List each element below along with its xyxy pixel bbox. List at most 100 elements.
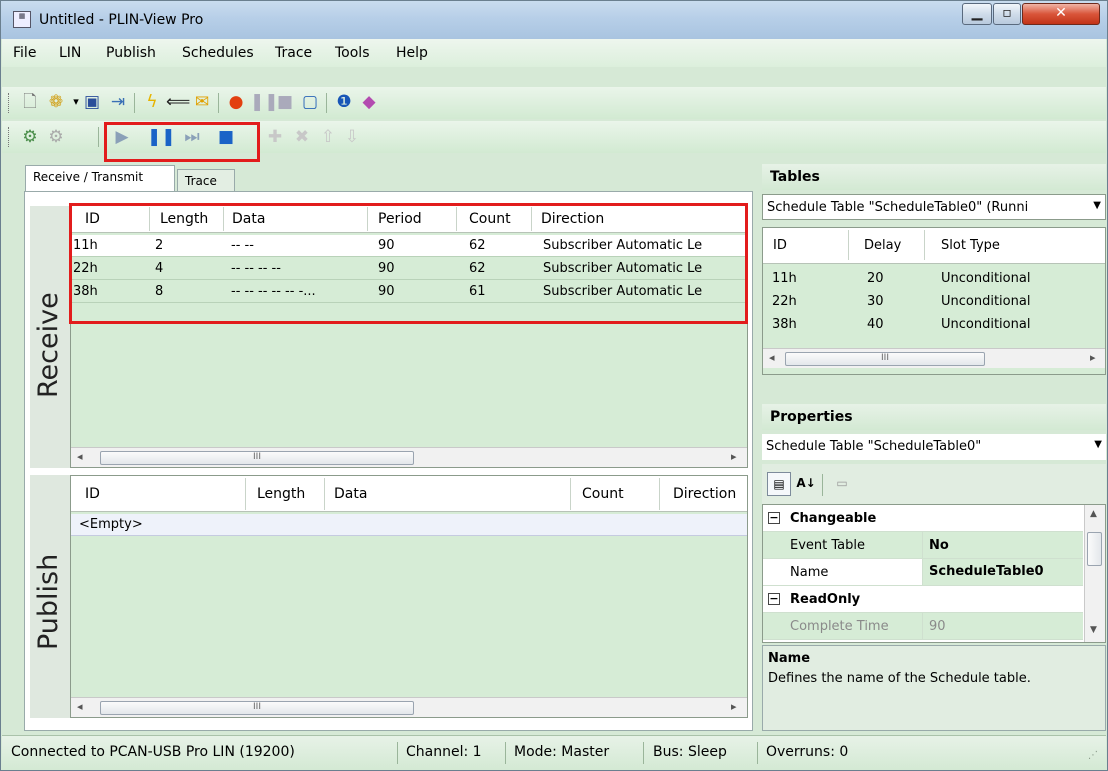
maximize-button[interactable]: ▫ — [993, 3, 1021, 25]
tab-receive-transmit[interactable]: Receive / Transmit — [25, 165, 175, 192]
col-count[interactable]: Count — [582, 486, 624, 502]
property-row[interactable]: Name ScheduleTable0 — [763, 559, 1083, 586]
pause-icon[interactable]: ❚❚ — [250, 92, 279, 112]
scroll-left-icon[interactable]: ◂ — [77, 700, 83, 713]
property-row[interactable]: Event Table No — [763, 532, 1083, 559]
publish-grid-header: ID Length Data Count Direction — [71, 476, 747, 512]
new-file-icon[interactable]: 🗋 — [20, 92, 40, 112]
toolbar-grip[interactable] — [8, 127, 11, 147]
category-changeable[interactable]: − Changeable — [763, 505, 1083, 532]
scroll-left-icon[interactable]: ◂ — [77, 450, 83, 463]
app-window: ▦ Untitled - PLIN-View Pro ▁ ▫ ✕ File LI… — [0, 0, 1108, 771]
col-id[interactable]: ID — [85, 486, 100, 502]
scroll-thumb[interactable]: III — [100, 451, 414, 465]
scroll-thumb[interactable] — [1087, 532, 1102, 566]
col-data[interactable]: Data — [334, 486, 367, 502]
stop-icon[interactable]: ■ — [275, 92, 295, 112]
playback-controls-highlight — [104, 122, 260, 162]
tables-hscrollbar[interactable]: ◂ III ▸ — [763, 348, 1105, 368]
close-button[interactable]: ✕ — [1022, 3, 1100, 25]
list-item[interactable]: <Empty> — [71, 514, 747, 536]
receive-label: Receive — [33, 292, 64, 398]
receive-hscrollbar[interactable]: ◂ III ▸ — [71, 447, 747, 467]
description-text: Defines the name of the Schedule table. — [768, 671, 1031, 686]
chevron-down-icon[interactable]: ▼ — [1093, 200, 1101, 211]
connect-icon[interactable]: ϟ — [142, 92, 162, 112]
cell-slot-type: Unconditional — [941, 294, 1031, 309]
scroll-right-icon[interactable]: ▸ — [731, 450, 737, 463]
menu-file[interactable]: File — [13, 45, 36, 61]
col-length[interactable]: Length — [257, 486, 305, 502]
col-direction[interactable]: Direction — [673, 486, 736, 502]
scroll-down-icon[interactable]: ▼ — [1090, 625, 1097, 635]
empty-placeholder: <Empty> — [79, 517, 143, 532]
scroll-thumb-grip: III — [253, 702, 261, 712]
chevron-down-icon[interactable]: ▼ — [1094, 439, 1102, 450]
menu-schedules[interactable]: Schedules — [182, 45, 254, 61]
toolbar-separator — [134, 93, 135, 113]
status-mode: Mode: Master — [514, 744, 610, 760]
property-pages-icon[interactable]: ▭ — [830, 472, 854, 496]
scroll-right-icon[interactable]: ▸ — [731, 700, 737, 713]
property-value[interactable]: No — [929, 538, 949, 553]
record-icon[interactable]: ● — [226, 92, 246, 112]
info-icon[interactable]: ❶ — [334, 92, 354, 112]
scroll-left-icon[interactable]: ◂ — [769, 351, 775, 364]
tables-selector[interactable]: Schedule Table "ScheduleTable0" (Runni ▼ — [762, 194, 1106, 220]
save-trace-icon[interactable]: ▢ — [300, 92, 320, 112]
scroll-thumb[interactable]: III — [100, 701, 414, 715]
import-icon[interactable]: ⇥ — [108, 92, 128, 112]
collapse-icon[interactable]: − — [768, 512, 780, 524]
collapse-icon[interactable]: − — [768, 593, 780, 605]
menu-lin[interactable]: LIN — [59, 45, 81, 61]
remove-publisher-icon[interactable]: ⚙ — [46, 127, 66, 147]
col-slot-type[interactable]: Slot Type — [941, 238, 1000, 253]
table-row[interactable]: 11h 20 Unconditional — [763, 268, 1105, 290]
status-overruns: Overruns: 0 — [766, 744, 849, 760]
categorized-view-icon[interactable]: ▤ — [767, 472, 791, 496]
cell-slot-type: Unconditional — [941, 317, 1031, 332]
cell-id: 38h — [772, 317, 797, 332]
menu-trace[interactable]: Trace — [275, 45, 312, 61]
toolbar-grip[interactable] — [8, 93, 11, 113]
col-id[interactable]: ID — [773, 238, 787, 253]
sort-alpha-icon[interactable]: A↓ — [794, 472, 818, 496]
col-delay[interactable]: Delay — [864, 238, 901, 253]
add-icon[interactable]: ✚ — [265, 127, 285, 147]
category-readonly[interactable]: − ReadOnly — [763, 586, 1083, 613]
receive-section-label: Receive — [30, 206, 70, 468]
move-up-icon[interactable]: ⇧ — [318, 127, 338, 147]
cell-slot-type: Unconditional — [941, 271, 1031, 286]
transmit-icon[interactable]: ⟸ — [166, 92, 190, 112]
status-bar: Connected to PCAN-USB Pro LIN (19200) Ch… — [2, 735, 1106, 770]
minimize-button[interactable]: ▁ — [962, 3, 992, 25]
scroll-up-icon[interactable]: ▲ — [1090, 509, 1097, 519]
save-icon[interactable]: ▣ — [82, 92, 102, 112]
window-title: Untitled - PLIN-View Pro — [39, 12, 204, 28]
properties-selector[interactable]: Schedule Table "ScheduleTable0" ▼ — [762, 434, 1106, 460]
resize-grip-icon[interactable]: ⋰ — [1088, 750, 1098, 761]
property-row[interactable]: Complete Time 90 — [763, 613, 1083, 640]
menu-tools[interactable]: Tools — [335, 45, 370, 61]
open-icon[interactable]: ❁ — [46, 92, 66, 112]
tab-trace[interactable]: Trace — [177, 169, 235, 192]
status-separator — [643, 742, 644, 764]
properties-selector-value: Schedule Table "ScheduleTable0" — [766, 439, 982, 454]
maximize-icon: ▫ — [1002, 5, 1012, 21]
mail-icon[interactable]: ✉ — [192, 92, 212, 112]
table-row[interactable]: 22h 30 Unconditional — [763, 291, 1105, 313]
scroll-right-icon[interactable]: ▸ — [1090, 351, 1096, 364]
publish-hscrollbar[interactable]: ◂ III ▸ — [71, 697, 747, 717]
add-publisher-icon[interactable]: ⚙ — [20, 127, 40, 147]
scroll-thumb[interactable]: III — [785, 352, 985, 366]
move-down-icon[interactable]: ⇩ — [342, 127, 362, 147]
delete-icon[interactable]: ✖ — [292, 127, 312, 147]
property-value[interactable]: ScheduleTable0 — [923, 559, 1083, 585]
table-row[interactable]: 38h 40 Unconditional — [763, 314, 1105, 336]
menu-help[interactable]: Help — [396, 45, 428, 61]
property-vscrollbar[interactable]: ▲ ▼ — [1084, 505, 1105, 642]
menu-publish[interactable]: Publish — [106, 45, 156, 61]
publish-section-label: Publish — [30, 475, 70, 718]
help-book-icon[interactable]: ◆ — [359, 92, 379, 112]
publish-label: Publish — [33, 553, 64, 650]
